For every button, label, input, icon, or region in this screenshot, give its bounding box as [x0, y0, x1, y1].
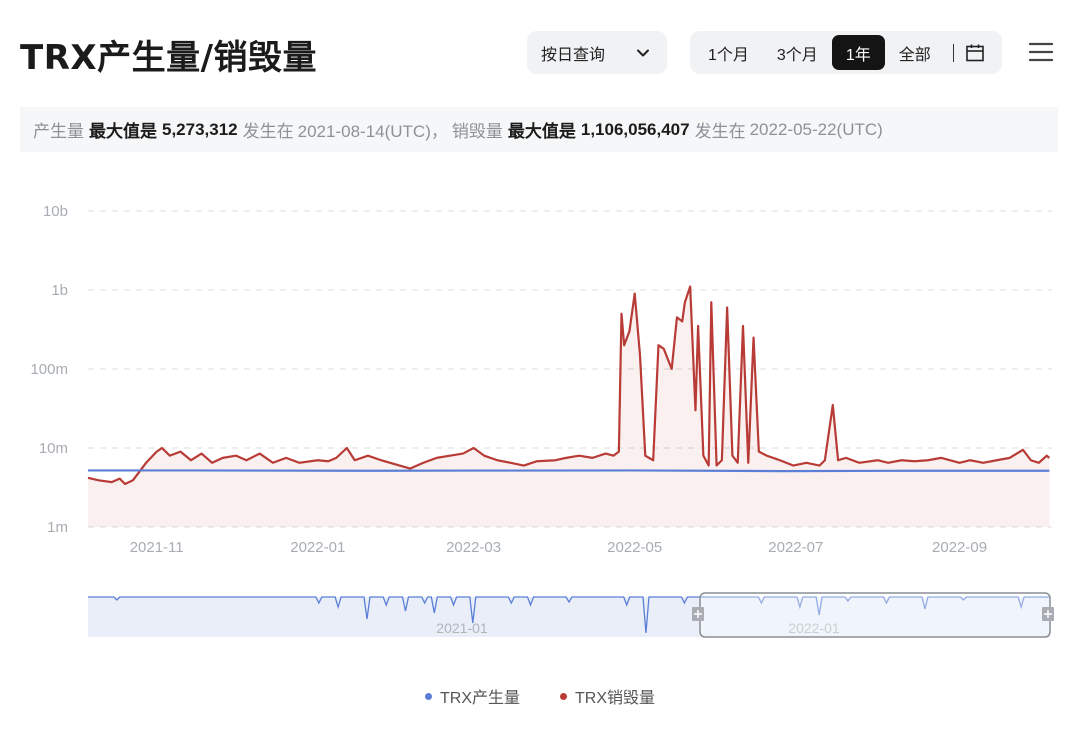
- legend-item-burn[interactable]: TRX销毁量: [560, 684, 655, 708]
- navigator-window: [699, 592, 1051, 638]
- summary-produce-date: 2021-08-14(UTC)，: [297, 122, 448, 141]
- x-tick-label: 2022-07: [768, 539, 823, 556]
- y-tick-label: 100m: [30, 361, 68, 378]
- range-all-button[interactable]: 全部: [885, 35, 945, 70]
- summary-produce-max-label: 最大值是: [89, 122, 157, 141]
- legend-dot-produce: [424, 692, 432, 700]
- legend-item-produce[interactable]: TRX产生量: [424, 684, 520, 708]
- summary-produce-max-value: 5,273,312: [162, 119, 238, 139]
- legend-label-produce: TRX产生量: [439, 690, 520, 707]
- chevron-down-icon: [637, 49, 649, 56]
- summary-burn-label: 销毁量: [451, 122, 503, 141]
- summary-produce-label: 产生量: [33, 122, 84, 141]
- legend-dot-burn: [560, 692, 567, 700]
- summary-burn-max-label: 最大值是: [507, 122, 576, 141]
- y-tick-label: 1m: [47, 519, 68, 536]
- burn-area: [88, 286, 1050, 527]
- page-title: TRX产生量/销毁量: [20, 38, 318, 78]
- x-tick-label: 2022-03: [446, 539, 501, 556]
- legend-label-burn: TRX销毁量: [575, 690, 656, 707]
- menu-icon[interactable]: [1028, 40, 1054, 64]
- query-mode-select[interactable]: 按日查询: [527, 31, 667, 74]
- produce-series-line: [88, 469, 1050, 473]
- calendar-icon[interactable]: [964, 42, 986, 64]
- y-tick-label: 10b: [43, 203, 68, 220]
- burn-series-line: [87, 285, 1051, 486]
- y-tick-label: 1b: [51, 282, 68, 299]
- x-tick-label: 2021-11: [130, 539, 184, 556]
- x-tick-label: 2022-09: [932, 539, 987, 556]
- summary-produce-occurred: 发生在: [242, 122, 294, 141]
- chart-legend: TRX产生量 TRX销毁量: [0, 684, 1080, 708]
- range-selector: 1个月 3个月 1年 全部: [690, 31, 1002, 74]
- range-1-month-button[interactable]: 1个月: [694, 35, 763, 70]
- x-tick-label: 2022-01: [290, 539, 345, 556]
- chart: 1m 10m 100m 1b 10b 2021-11 2022-01 2022-03 2022-…: [30, 203, 1054, 638]
- x-tick-label: 2022-05: [607, 539, 662, 556]
- summary-bar: 产生量 最大值是 5,273,312 发生在 2021-08-14(UTC)， …: [20, 107, 1058, 152]
- navigator-handle-left[interactable]: [692, 607, 704, 621]
- divider: [952, 43, 954, 62]
- range-3-month-button[interactable]: 3个月: [763, 35, 832, 70]
- y-tick-label: 10m: [39, 440, 68, 457]
- summary-burn-max-value: 1,106,056,407: [580, 119, 690, 139]
- summary-burn-occurred: 发生在: [694, 122, 746, 141]
- navigator-handle-right[interactable]: [1042, 607, 1054, 621]
- query-mode-label: 按日查询: [541, 46, 606, 64]
- range-1-year-button[interactable]: 1年: [831, 35, 885, 70]
- navigator-label: 2021-01: [436, 620, 488, 636]
- summary-burn-date: 2022-05-22(UTC): [749, 119, 883, 139]
